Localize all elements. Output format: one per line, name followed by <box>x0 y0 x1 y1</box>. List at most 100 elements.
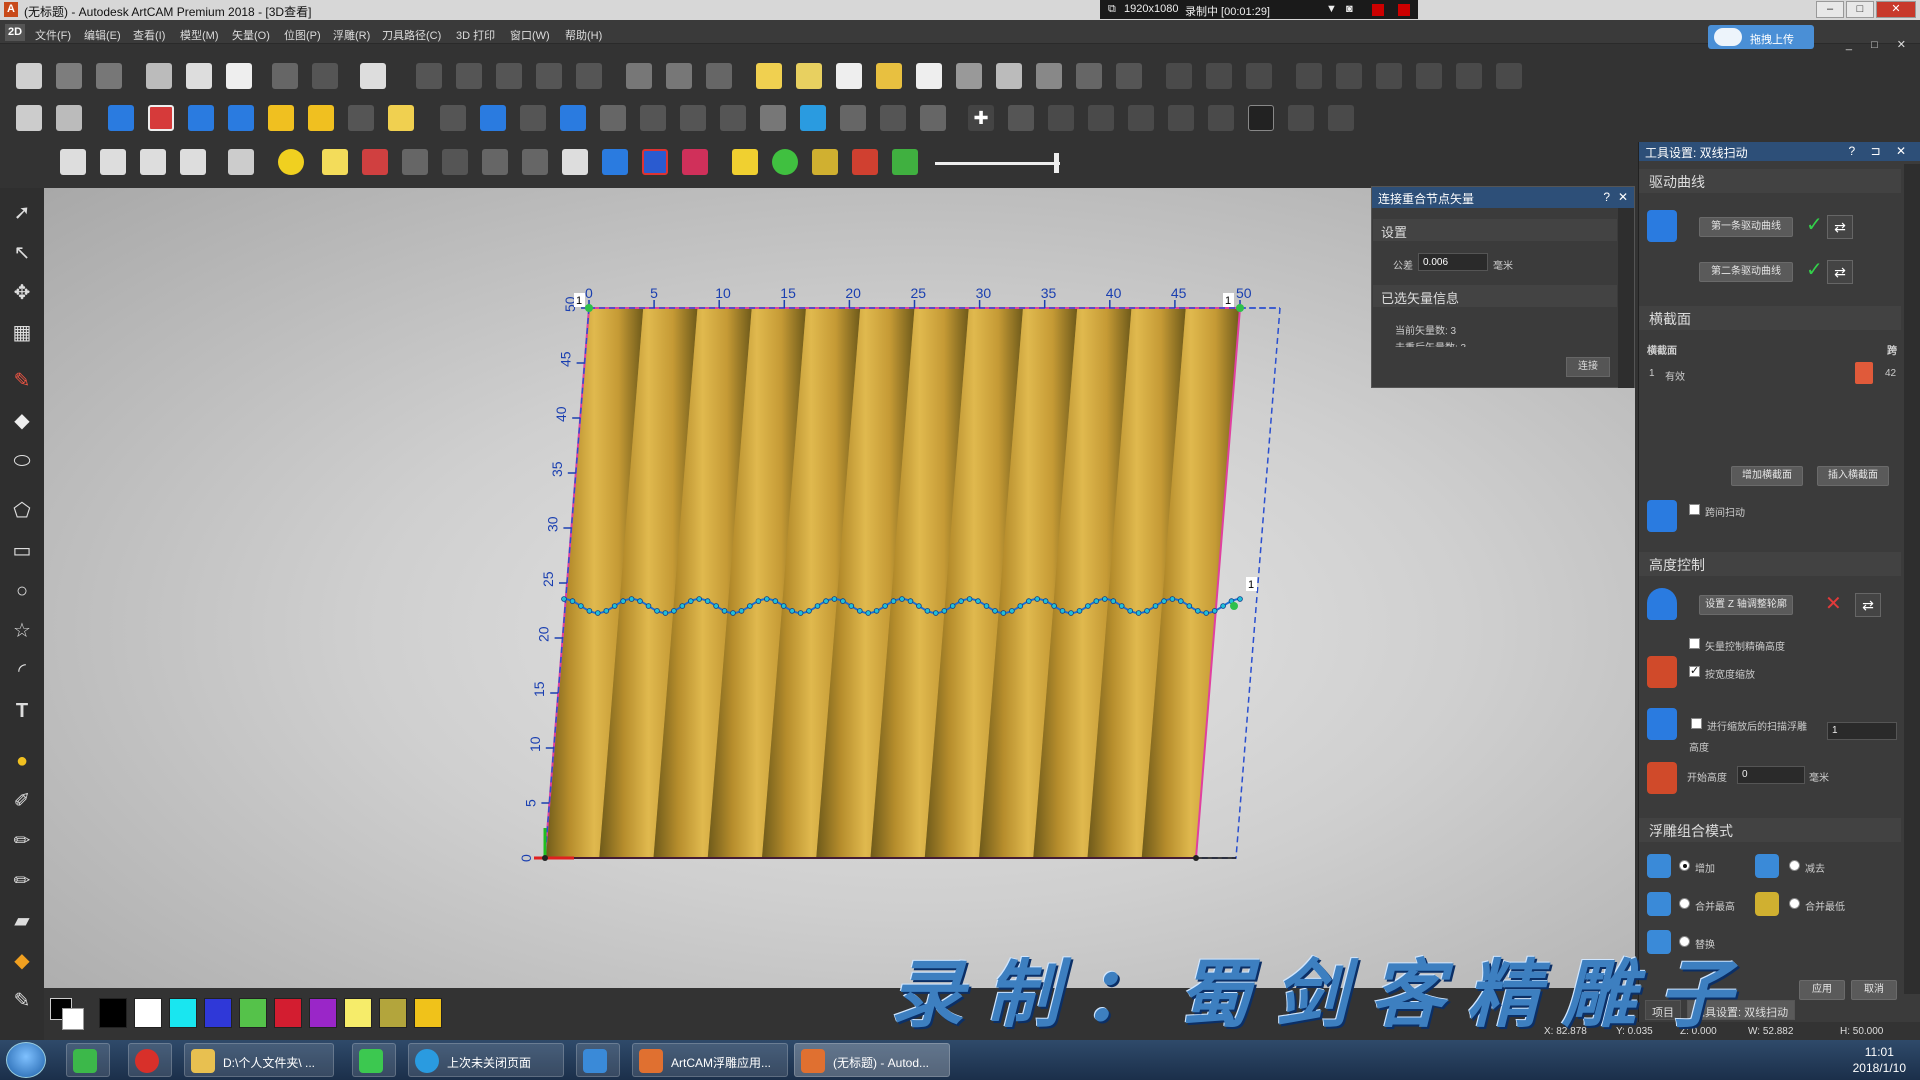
relief-icon[interactable] <box>402 149 428 175</box>
menu-toolpath[interactable]: 刀具路径(C) <box>382 27 441 43</box>
swap-icon[interactable]: ⇄ <box>1855 593 1881 617</box>
view-top-icon[interactable] <box>180 149 206 175</box>
mdi-controls[interactable]: _ □ ✕ <box>1846 38 1914 51</box>
vector-tool-icon[interactable] <box>1206 63 1232 89</box>
vector-node[interactable] <box>966 596 973 602</box>
span-sweep-checkbox[interactable] <box>1689 504 1700 515</box>
vector-node[interactable] <box>992 608 998 614</box>
relief-tool-icon[interactable] <box>1288 105 1314 131</box>
vector-node[interactable] <box>1009 608 1015 614</box>
vector-node[interactable] <box>713 603 719 609</box>
relief-tool-icon[interactable] <box>228 105 254 131</box>
relief-tool-icon[interactable] <box>880 105 906 131</box>
vector-node[interactable] <box>1051 603 1057 609</box>
relief-tool-icon[interactable] <box>388 105 414 131</box>
brush-icon[interactable]: ✐ <box>8 788 36 814</box>
swap-icon[interactable]: ⇄ <box>1827 215 1853 239</box>
text-icon[interactable]: T <box>8 698 36 724</box>
close-button[interactable]: ✕ <box>1876 1 1916 18</box>
maximize-button[interactable]: □ <box>1846 1 1874 18</box>
color-swatch-gold[interactable] <box>414 998 442 1028</box>
menu-vector[interactable]: 矢量(O) <box>232 27 270 43</box>
zoom-fit-icon[interactable] <box>16 105 42 131</box>
scale-after-checkbox[interactable] <box>1691 718 1702 729</box>
node-edit-icon[interactable]: ↖ <box>8 240 36 266</box>
vector-tool-icon[interactable] <box>416 63 442 89</box>
slider-handle[interactable] <box>1054 153 1059 173</box>
vector-node[interactable] <box>1093 598 1100 604</box>
delete-icon[interactable]: ✕ <box>1825 591 1842 616</box>
relief-tool-icon[interactable] <box>440 105 466 131</box>
vector-node[interactable] <box>1025 598 1032 604</box>
rectangle-icon[interactable]: ▭ <box>8 538 36 564</box>
relief-icon[interactable] <box>642 149 668 175</box>
vector-node[interactable] <box>1169 596 1176 602</box>
vector-node[interactable] <box>1118 603 1125 609</box>
relief-tool-icon[interactable] <box>1088 105 1114 131</box>
relief-icon[interactable] <box>562 149 588 175</box>
second-rail-button[interactable]: 第二条驱动曲线 <box>1699 262 1793 282</box>
start-button[interactable] <box>6 1042 46 1078</box>
vector-tool-icon[interactable] <box>1496 63 1522 89</box>
vector-node[interactable] <box>865 610 871 616</box>
vector-node[interactable] <box>814 603 821 609</box>
trash-icon[interactable] <box>1855 362 1873 384</box>
vector-node[interactable] <box>772 598 779 604</box>
vector-node[interactable] <box>654 608 660 614</box>
vector-node[interactable] <box>721 608 728 614</box>
vector-node[interactable] <box>1195 608 1201 614</box>
color-swatch-yellow[interactable] <box>344 998 372 1028</box>
vector-node[interactable] <box>983 603 990 609</box>
fill-icon[interactable]: ◆ <box>8 948 36 974</box>
merge-low-radio[interactable] <box>1789 898 1800 909</box>
vector-node[interactable] <box>1220 603 1226 609</box>
join-button[interactable]: 连接 <box>1566 357 1610 377</box>
vector-node[interactable] <box>873 608 880 614</box>
plane-icon[interactable] <box>322 149 348 175</box>
vector-node[interactable] <box>561 596 567 602</box>
vector-node[interactable] <box>899 596 905 602</box>
vector-node[interactable] <box>882 603 888 609</box>
clock[interactable]: 11:01 2018/1/10 <box>1853 1044 1906 1076</box>
vector-node[interactable] <box>1076 608 1083 614</box>
vector-node[interactable] <box>586 608 593 614</box>
close-icon[interactable]: ✕ <box>1618 190 1628 204</box>
relief-tool-icon[interactable] <box>1048 105 1074 131</box>
vector-tool-icon[interactable] <box>836 63 862 89</box>
folder-icon[interactable] <box>756 63 782 89</box>
set-z-profile-button[interactable]: 设置 Z 轴调整轮廓 <box>1699 595 1793 615</box>
vector-node[interactable] <box>1135 610 1142 616</box>
zoom-in-icon[interactable] <box>228 149 254 175</box>
insert-cross-section-button[interactable]: 插入横截面 <box>1817 466 1889 486</box>
vector-node[interactable] <box>932 610 939 616</box>
vector-tool-icon[interactable] <box>536 63 562 89</box>
eraser-icon[interactable]: ◆ <box>8 408 36 434</box>
relief-icon[interactable] <box>682 149 708 175</box>
slider-track[interactable] <box>935 162 1060 165</box>
taskbar-app-icon[interactable] <box>352 1043 396 1077</box>
relief-tool-icon[interactable] <box>108 105 134 131</box>
plus-icon[interactable]: ✚ <box>968 105 994 131</box>
vector-node[interactable] <box>1000 610 1007 616</box>
vector-node[interactable] <box>1068 610 1074 616</box>
vector-node[interactable] <box>662 610 669 616</box>
secondary-color-swatch[interactable] <box>62 1008 84 1030</box>
transform-icon[interactable]: ✥ <box>8 280 36 306</box>
taskbar-browser[interactable]: 上次未关闭页面 <box>408 1043 564 1077</box>
view-iso-icon[interactable] <box>60 149 86 175</box>
vector-tool-icon[interactable] <box>706 63 732 89</box>
view-front-icon[interactable] <box>100 149 126 175</box>
vector-node[interactable] <box>780 603 787 609</box>
star-icon[interactable]: ☆ <box>8 618 36 644</box>
panel-controls[interactable]: ? ⊐ ✕ <box>1849 144 1912 158</box>
circle-icon[interactable]: ○ <box>8 578 36 604</box>
taskbar-app-icon[interactable] <box>66 1043 110 1077</box>
save-icon[interactable] <box>96 63 122 89</box>
pause-icon[interactable] <box>1372 4 1384 16</box>
relief-tool-icon[interactable] <box>308 105 334 131</box>
vector-tool-icon[interactable] <box>456 63 482 89</box>
zoom-icon[interactable] <box>56 105 82 131</box>
menu-3dprint[interactable]: 3D 打印 <box>456 27 495 43</box>
start-height-input[interactable]: 0 <box>1737 766 1805 784</box>
vector-node[interactable] <box>594 610 601 616</box>
